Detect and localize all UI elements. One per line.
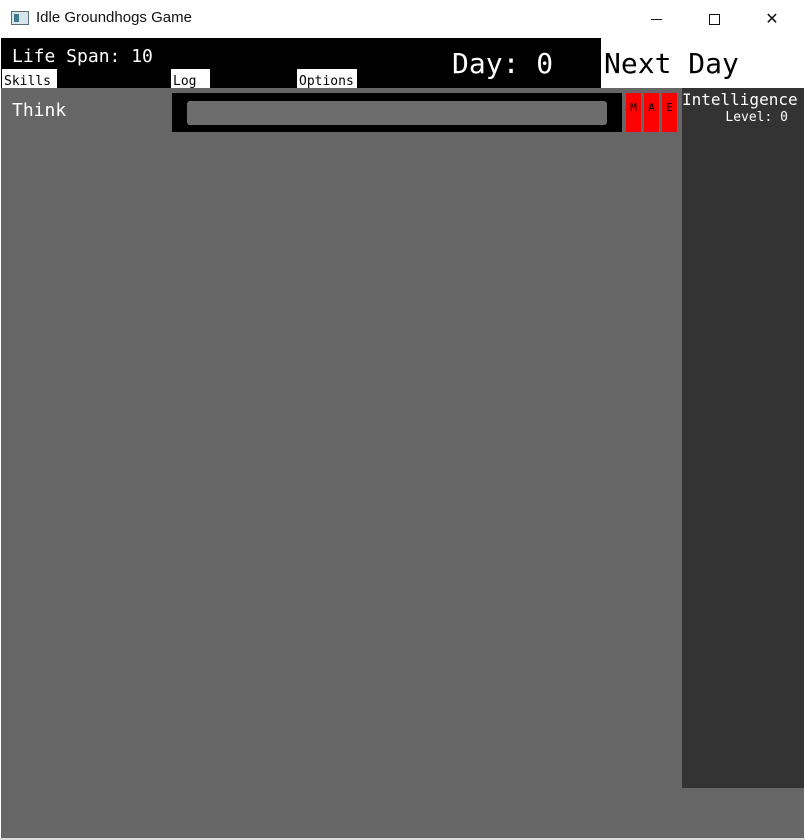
day-counter: Day: 0	[452, 47, 554, 80]
progress-track	[187, 101, 607, 125]
tab-skills[interactable]: Skills	[2, 69, 57, 88]
modifier-m-button[interactable]: M	[626, 93, 641, 132]
stat-name: Intelligence	[682, 90, 798, 109]
game-client-area: Life Span: 10 Day: 0 Next Day Skills Log…	[1, 38, 804, 839]
close-icon: ✕	[765, 11, 779, 28]
modifier-a-button[interactable]: A	[644, 93, 659, 132]
life-span-text: Life Span: 10	[12, 46, 153, 67]
next-day-button[interactable]: Next Day	[601, 38, 804, 88]
tab-options[interactable]: Options	[297, 69, 357, 88]
skill-progress-bar	[172, 93, 622, 132]
stat-level: Level: 0	[725, 110, 788, 125]
app-window-icon	[11, 11, 29, 25]
tab-log[interactable]: Log	[171, 69, 210, 88]
skill-name: Think	[12, 100, 67, 121]
window-titlebar: Idle Groundhogs Game ✕	[0, 0, 805, 38]
minimize-button[interactable]	[627, 0, 685, 38]
maximize-button[interactable]	[685, 0, 743, 38]
minimize-icon	[650, 18, 662, 20]
close-button[interactable]: ✕	[743, 0, 801, 38]
maximize-icon	[708, 13, 720, 25]
stats-panel: Intelligence Level: 0	[682, 88, 804, 788]
modifier-e-button[interactable]: E	[662, 93, 677, 132]
window-title: Idle Groundhogs Game	[36, 9, 192, 26]
